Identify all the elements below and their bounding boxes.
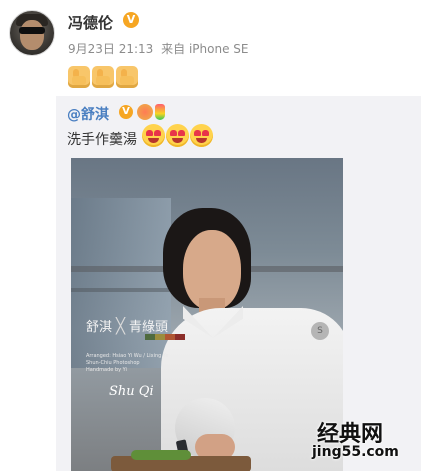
weibo-post: 冯德伦 V 9月23日 21:13 来自 iPhone SE @舒淇 V 洗手作… bbox=[0, 0, 421, 471]
brand-left: 舒淇 bbox=[86, 320, 113, 335]
heart-eyes-emoji-icon bbox=[190, 124, 213, 147]
repost-verified-badge-icon: V bbox=[119, 105, 133, 119]
reposted-content[interactable]: @舒淇 V 洗手作羹湯 S 舒淇 ╳ 青綠頭 Arranged: Hsiao Y… bbox=[56, 96, 421, 471]
post-source[interactable]: 来自 iPhone SE bbox=[161, 42, 248, 56]
author-avatar[interactable] bbox=[9, 10, 55, 56]
post-photo[interactable]: S 舒淇 ╳ 青綠頭 Arranged: Hsiao Yi Wu / Lixing … bbox=[71, 158, 343, 471]
avatar-glasses-shape bbox=[19, 27, 45, 34]
jacket-patch-logo: S bbox=[311, 322, 329, 340]
post-meta: 9月23日 21:13 来自 iPhone SE bbox=[68, 40, 252, 57]
post-reactions bbox=[68, 66, 138, 88]
credit-line: Shun-Chiu Photoshop bbox=[86, 360, 140, 366]
thumbs-up-icon bbox=[68, 66, 90, 88]
balloon-emoji-icon bbox=[155, 104, 165, 120]
photo-signature: Shu Qi bbox=[109, 384, 154, 399]
photo-credit-lines: Arranged: Hsiao Yi Wu / Lixing Ye Shun-C… bbox=[86, 353, 170, 374]
verified-badge-icon: V bbox=[123, 12, 139, 28]
avatar-face-shape bbox=[20, 20, 44, 50]
kitchen-shelf-shape bbox=[71, 288, 181, 292]
kitchen-window-shape bbox=[71, 198, 171, 368]
photo-brand-title: 舒淇 ╳ 青綠頭 bbox=[86, 316, 168, 335]
repost-author-mention[interactable]: @舒淇 bbox=[67, 104, 109, 124]
sun-emoji-icon bbox=[137, 104, 153, 120]
heart-eyes-emoji-icon bbox=[166, 124, 189, 147]
thumbs-up-icon bbox=[92, 66, 114, 88]
heart-eyes-emoji-group bbox=[142, 124, 213, 147]
thumbs-up-icon bbox=[116, 66, 138, 88]
brand-cross: ╳ bbox=[116, 317, 126, 335]
heart-eyes-emoji-icon bbox=[142, 124, 165, 147]
post-date: 9月23日 21:13 bbox=[68, 42, 154, 56]
herbs-shape bbox=[131, 450, 191, 460]
author-name[interactable]: 冯德伦 bbox=[68, 12, 113, 33]
site-watermark-url: jing55.com bbox=[312, 444, 399, 460]
brand-right: 青綠頭 bbox=[129, 320, 169, 335]
credit-line: Handmade by Yi bbox=[86, 367, 127, 373]
repost-text: 洗手作羹湯 bbox=[67, 132, 137, 148]
credit-line: Arranged: Hsiao Yi Wu / Lixing Ye bbox=[86, 353, 169, 359]
brand-color-bar bbox=[145, 334, 185, 340]
